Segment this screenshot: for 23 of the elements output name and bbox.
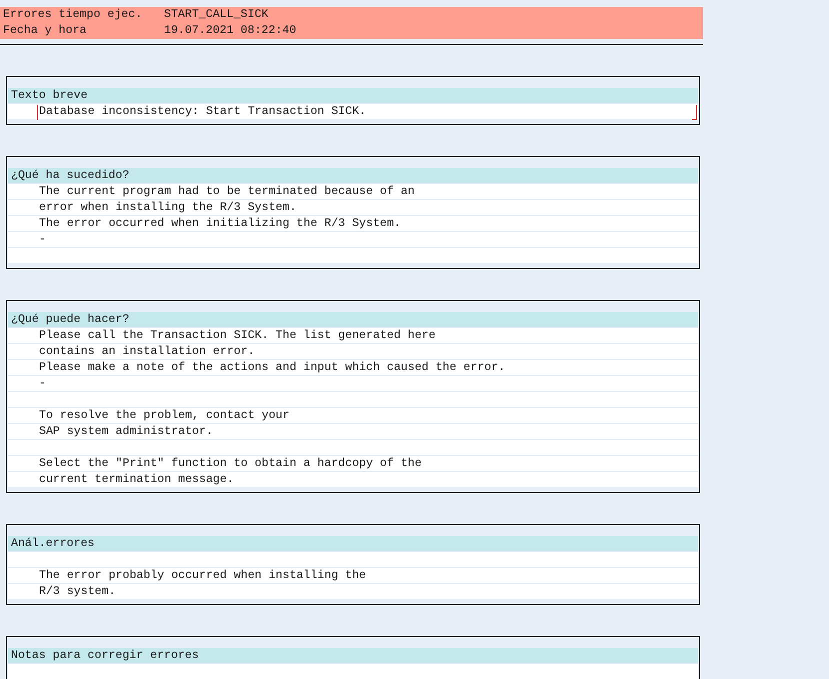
message-text: R/3 system. (39, 584, 116, 599)
message-text: SAP system administrator. (39, 424, 213, 439)
message-text: Please call the Transaction SICK. The list generated here (39, 328, 436, 343)
message-text: The error probably occurred when installing the (39, 568, 366, 583)
section-title: ¿Qué puede hacer? (8, 312, 698, 327)
message-text: current termination message. (39, 472, 234, 487)
header-label: Fecha y hora (2, 23, 88, 39)
message-text: The current program had to be terminated because of an (39, 184, 415, 199)
message-text: - (39, 376, 46, 391)
message-text: Please make a note of the actions and input which caused the error. (39, 360, 506, 375)
section-title: Notas para corregir errores (8, 648, 698, 663)
message-text: Select the "Print" function to obtain a hardcopy of the (39, 456, 422, 471)
message-text: The error occurred when initializing the R/3 System. (39, 216, 401, 231)
message-text: error when installing the R/3 System. (39, 200, 296, 215)
section-title: ¿Qué ha sucedido? (8, 168, 698, 183)
section-title: Anál.errores (8, 536, 698, 551)
message-text: - (39, 232, 46, 247)
header-value: 19.07.2021 08:22:40 (164, 23, 296, 39)
message-text: To resolve the problem, contact your (39, 408, 290, 423)
message-text: contains an installation error. (39, 344, 255, 359)
section-title: Texto breve (8, 88, 698, 103)
header-label: Errores tiempo ejec. (2, 7, 144, 23)
header-value: START_CALL_SICK (164, 7, 268, 23)
